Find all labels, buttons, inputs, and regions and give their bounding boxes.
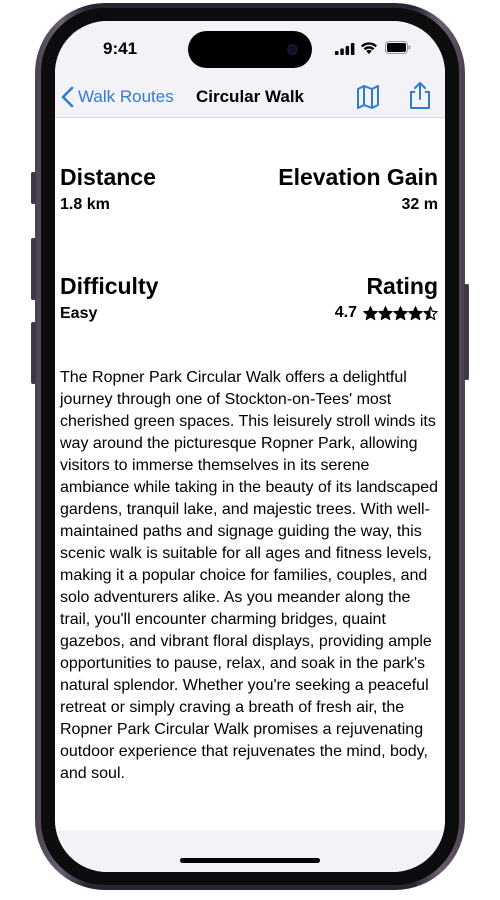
elevation-gain-label: Elevation Gain <box>278 164 438 190</box>
share-icon[interactable] <box>407 81 433 111</box>
star-half-icon <box>423 305 438 320</box>
navigation-bar: Walk Routes Circular Walk <box>55 77 445 118</box>
screen: 9:41 Walk Routes Circular Walk Distance … <box>55 21 445 872</box>
difficulty-value: Easy <box>60 305 98 322</box>
volume-down-button <box>31 322 36 384</box>
camera-icon <box>287 44 298 55</box>
distance-label: Distance <box>60 164 156 190</box>
route-details: Distance 1.8 km Elevation Gain 32 m Diff… <box>55 118 445 830</box>
star-filled-icon <box>363 305 378 320</box>
power-button <box>464 284 469 380</box>
rating-label: Rating <box>366 273 438 299</box>
signal-icon <box>335 43 355 55</box>
page-title-text: Circular Walk <box>195 87 305 106</box>
wifi-icon <box>361 42 377 54</box>
rating-row: 4.7 <box>335 304 438 322</box>
status-bar: 9:41 <box>55 21 445 77</box>
map-icon[interactable] <box>355 83 381 111</box>
rating-stars <box>363 305 438 321</box>
distance-value: 1.8 km <box>60 196 110 213</box>
home-indicator[interactable] <box>180 858 320 863</box>
route-description: The Ropner Park Circular Walk offers a d… <box>60 369 439 782</box>
bottom-area <box>55 830 445 872</box>
difficulty-label: Difficulty <box>60 273 159 299</box>
status-time: 9:41 <box>103 39 138 58</box>
page-title: Circular Walk <box>55 87 445 107</box>
star-filled-icon <box>393 305 408 320</box>
elevation-gain-value: 32 m <box>401 196 438 213</box>
volume-up-button <box>31 238 36 300</box>
dynamic-island <box>188 31 312 68</box>
rating-value: 4.7 <box>334 304 357 321</box>
star-filled-icon <box>378 305 393 320</box>
star-filled-icon <box>408 305 423 320</box>
action-button <box>31 172 36 204</box>
battery-icon <box>385 41 411 54</box>
